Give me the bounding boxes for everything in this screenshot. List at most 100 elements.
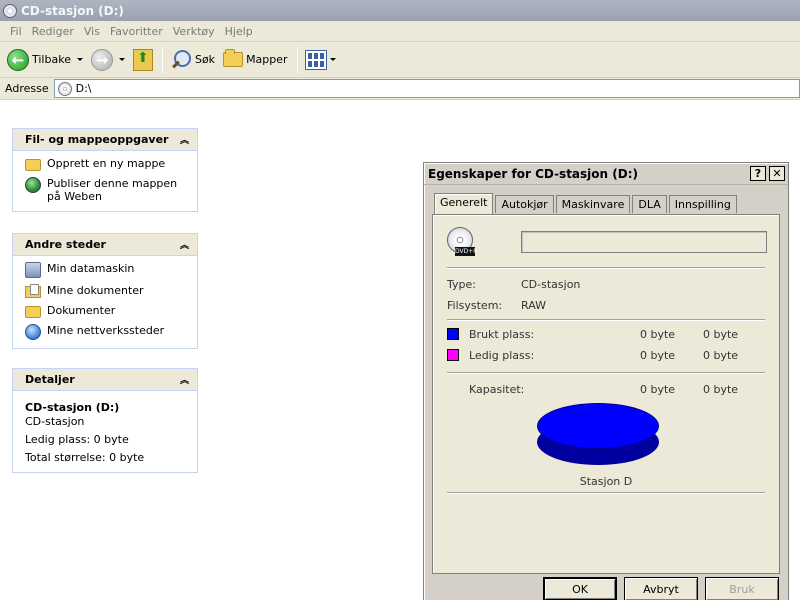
places-panel-title: Andre steder xyxy=(25,238,106,251)
search-label: Søk xyxy=(194,53,216,66)
tasks-panel-header[interactable]: Fil- og mappeoppgaver ︽ xyxy=(13,129,197,151)
place-label: Mine dokumenter xyxy=(47,284,144,297)
divider xyxy=(447,492,765,494)
capacity-bytes: 0 byte xyxy=(640,383,676,396)
place-my-computer[interactable]: Min datamaskin xyxy=(25,262,189,278)
search-button[interactable]: Søk xyxy=(167,45,218,75)
collapse-chevron-icon[interactable]: ︽ xyxy=(180,373,189,386)
details-type: CD-stasjon xyxy=(25,415,85,428)
other-places-panel: Andre steder ︽ Min datamaskin Mine dokum… xyxy=(12,233,198,349)
dvd-badge: DVD+R xyxy=(455,247,478,256)
properties-dialog: Egenskaper for CD-stasjon (D:) ? ✕ Gener… xyxy=(423,162,789,600)
collapse-chevron-icon[interactable]: ︽ xyxy=(180,133,189,146)
network-places-icon xyxy=(25,324,41,340)
tab-autoplay[interactable]: Autokjør xyxy=(495,195,554,213)
place-documents[interactable]: Dokumenter xyxy=(25,304,189,318)
details-panel: Detaljer ︽ CD-stasjon (D:) CD-stasjon Le… xyxy=(12,368,198,473)
place-network[interactable]: Mine nettverkssteder xyxy=(25,324,189,340)
back-dropdown-icon[interactable] xyxy=(76,58,83,61)
pie-top xyxy=(537,403,659,449)
address-label: Adresse xyxy=(5,82,49,95)
address-input[interactable]: D:\ xyxy=(53,79,800,98)
views-dropdown-icon[interactable] xyxy=(329,58,336,61)
forward-button[interactable]: → xyxy=(88,45,128,75)
help-button[interactable]: ? xyxy=(750,166,766,181)
menu-file[interactable]: Fil xyxy=(0,25,27,38)
places-panel-header[interactable]: Andre steder ︽ xyxy=(13,234,197,256)
apply-button[interactable]: Bruk xyxy=(705,577,779,600)
type-value: CD-stasjon xyxy=(521,278,581,291)
cd-drive-icon xyxy=(3,3,17,18)
file-folder-tasks-panel: Fil- og mappeoppgaver ︽ Opprett en ny ma… xyxy=(12,128,198,212)
dialog-title-bar: Egenskaper for CD-stasjon (D:) ? ✕ xyxy=(424,163,788,185)
forward-dropdown-icon[interactable] xyxy=(118,58,125,61)
free-space-label: Ledig plass: xyxy=(469,349,535,362)
details-free-space: Ledig plass: 0 byte xyxy=(25,433,129,446)
folders-label: Mapper xyxy=(246,53,288,66)
tab-dla[interactable]: DLA xyxy=(632,195,667,213)
place-label: Mine nettverkssteder xyxy=(47,324,165,337)
filesystem-value: RAW xyxy=(521,299,546,312)
close-button[interactable]: ✕ xyxy=(769,166,785,181)
menu-bar: Fil Rediger Vis Favoritter Verktøy Hjelp xyxy=(0,21,800,42)
window-title: CD-stasjon (D:) xyxy=(21,3,124,18)
task-publish-web[interactable]: Publiser denne mappen på Weben xyxy=(25,177,189,203)
filesystem-label: Filsystem: xyxy=(447,299,503,312)
details-panel-header[interactable]: Detaljer ︽ xyxy=(13,369,197,391)
task-new-folder[interactable]: Opprett en ny mappe xyxy=(25,157,189,171)
used-space-label: Brukt plass: xyxy=(469,328,535,341)
title-bar: CD-stasjon (D:) xyxy=(0,0,800,21)
toolbar: ← Tilbake → Søk Mapper xyxy=(0,42,800,78)
free-space-bytes: 0 byte xyxy=(640,349,676,362)
dialog-title: Egenskaper for CD-stasjon (D:) xyxy=(428,166,638,181)
tab-hardware[interactable]: Maskinvare xyxy=(555,195,631,213)
type-label: Type: xyxy=(447,278,476,291)
collapse-chevron-icon[interactable]: ︽ xyxy=(180,238,189,251)
menu-edit[interactable]: Rediger xyxy=(27,25,79,38)
folders-icon xyxy=(223,49,244,67)
task-label: Publiser denne mappen på Weben xyxy=(47,177,178,203)
toolbar-separator xyxy=(161,46,163,73)
free-space-swatch xyxy=(447,349,459,361)
task-label: Opprett en ny mappe xyxy=(47,157,166,170)
folder-icon xyxy=(25,306,41,318)
general-tab-pane: DVD+R Type: CD-stasjon Filsystem: RAW Br… xyxy=(432,214,780,574)
place-label: Min datamaskin xyxy=(47,262,135,275)
publish-web-icon xyxy=(25,177,41,193)
capacity-label: Kapasitet: xyxy=(469,383,525,396)
divider xyxy=(447,372,765,374)
menu-help[interactable]: Hjelp xyxy=(220,25,258,38)
used-space-bytes: 0 byte xyxy=(640,328,676,341)
ok-button[interactable]: OK xyxy=(543,577,617,600)
views-button[interactable] xyxy=(302,45,339,75)
menu-tools[interactable]: Verktøy xyxy=(168,25,220,38)
used-space-swatch xyxy=(447,328,459,340)
cd-drive-icon xyxy=(57,81,72,96)
tab-recording[interactable]: Innspilling xyxy=(668,195,737,213)
place-my-documents[interactable]: Mine dokumenter xyxy=(25,284,189,298)
capacity-size: 0 byte xyxy=(703,383,739,396)
address-value: D:\ xyxy=(75,82,92,95)
back-button[interactable]: ← Tilbake xyxy=(4,45,86,75)
tab-general[interactable]: Generelt xyxy=(434,193,494,214)
details-total-size: Total størrelse: 0 byte xyxy=(25,451,145,464)
search-icon xyxy=(170,49,192,71)
up-button[interactable] xyxy=(130,45,156,75)
menu-view[interactable]: Vis xyxy=(79,25,105,38)
views-icon xyxy=(304,49,327,70)
tasks-panel-title: Fil- og mappeoppgaver xyxy=(25,133,169,146)
menu-favorites[interactable]: Favoritter xyxy=(105,25,168,38)
cancel-button[interactable]: Avbryt xyxy=(624,577,698,600)
back-label: Tilbake xyxy=(32,53,71,66)
folders-button[interactable]: Mapper xyxy=(220,45,291,75)
dialog-tabs: Generelt Autokjør Maskinvare DLA Innspil… xyxy=(434,193,739,214)
dvd-drive-icon: DVD+R xyxy=(447,227,478,257)
free-space-size: 0 byte xyxy=(703,349,739,362)
drive-label-input[interactable] xyxy=(521,231,767,253)
toolbar-separator xyxy=(296,46,298,73)
my-computer-icon xyxy=(25,262,41,278)
details-name: CD-stasjon (D:) xyxy=(25,401,120,414)
place-label: Dokumenter xyxy=(47,304,116,317)
folder-up-icon xyxy=(132,48,153,71)
new-folder-icon xyxy=(25,159,41,171)
